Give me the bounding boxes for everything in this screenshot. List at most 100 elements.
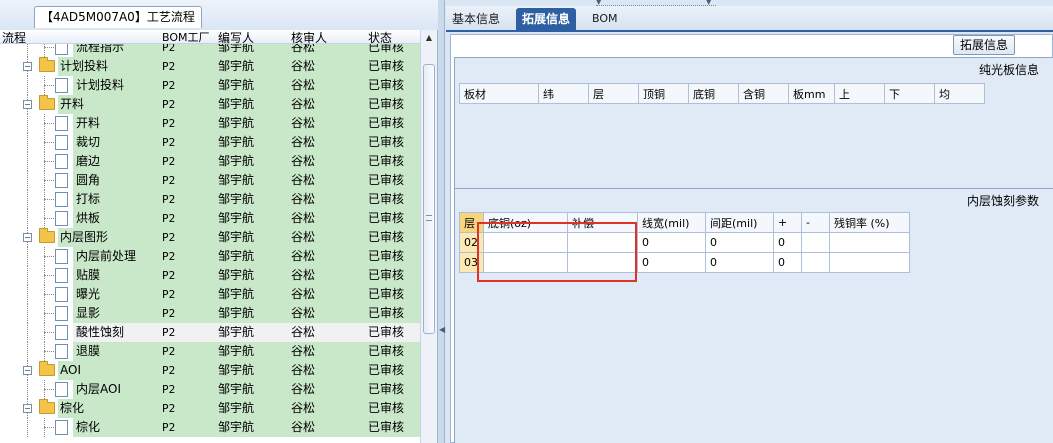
bom-plant: P2 [162,98,176,111]
etch-cell[interactable]: 0 [773,252,802,273]
bom-plant: P2 [162,44,176,54]
tree-step-row[interactable]: 显影 P2 邹宇航 谷松 已审核 [0,304,420,323]
tab-extended-info[interactable]: 拓展信息 [516,8,577,32]
tree-step-row[interactable]: 打标 P2 邹宇航 谷松 已审核 [0,190,420,209]
etch-cell[interactable] [829,252,910,273]
bom-plant: P2 [162,269,176,282]
folder-icon [39,399,55,414]
tree-step-row[interactable]: 烘板 P2 邹宇航 谷松 已审核 [0,209,420,228]
tree-line [44,47,54,48]
etch-cell[interactable] [829,232,910,253]
etch-cell[interactable]: 0 [773,232,802,253]
etch-cell[interactable]: 0 [637,252,706,273]
panel-title-bar: 【4AD5M007A0】工艺流程 [0,0,438,30]
collapse-toggle-icon[interactable]: − [23,62,32,71]
tree-group-row[interactable]: − 棕化 P2 邹宇航 谷松 已审核 [0,399,420,418]
panel-title[interactable]: 【4AD5M007A0】工艺流程 [34,6,202,28]
document-icon [55,249,68,264]
plain-board-grid: 板材纬层顶铜 底铜 含铜 板mm 上下均 [459,83,985,104]
review-status: 已审核 [368,287,405,301]
plain-board-col-header[interactable]: 板材 [459,83,539,104]
tab-bar: 基本信息 拓展信息 BOM [446,6,1053,32]
plain-board-col-header[interactable]: 板mm [788,83,835,104]
review-status: 已审核 [368,154,405,168]
plain-board-col-header[interactable]: 顶铜 [638,83,689,104]
scroll-up-icon[interactable]: ▲ [423,32,435,44]
tree-line [27,76,28,95]
bom-plant: P2 [162,193,176,206]
bom-plant: P2 [162,364,176,377]
review-status: 已审核 [368,401,405,415]
plain-board-col-header[interactable]: 含铜 [738,83,789,104]
plain-board-col-header[interactable]: 底铜 [688,83,739,104]
step-name: 曝光 [76,287,101,301]
reviewer-name: 谷松 [291,382,316,396]
etch-col-header[interactable]: 残铜率 (%) [829,212,910,233]
plain-board-col-header[interactable]: 下 [884,83,935,104]
step-name: 流程指示 [76,44,125,54]
tree-step-row[interactable]: 开料 P2 邹宇航 谷松 已审核 [0,114,420,133]
tab-basic-info[interactable]: 基本信息 [446,8,506,32]
review-status: 已审核 [368,173,405,187]
tree-group-row[interactable]: − 内层图形 P2 邹宇航 谷松 已审核 [0,228,420,247]
tree-step-row[interactable]: 裁切 P2 邹宇航 谷松 已审核 [0,133,420,152]
etch-col-header[interactable]: 间距(mil) [705,212,774,233]
reviewer-name: 谷松 [291,268,316,282]
collapse-arrow-icon[interactable]: ◀ [439,325,445,334]
step-name: 烘板 [76,211,101,225]
step-name: 计划投料 [60,59,109,73]
tree-group-row[interactable]: − 计划投料 P2 邹宇航 谷松 已审核 [0,57,420,76]
etch-col-header[interactable]: 线宽(mil) [637,212,706,233]
tree-group-row[interactable]: − AOI P2 邹宇航 谷松 已审核 [0,361,420,380]
reviewer-name: 谷松 [291,173,316,187]
etch-cell[interactable]: 0 [637,232,706,253]
etch-cell[interactable] [801,252,830,273]
scroll-thumb[interactable] [423,64,435,334]
plain-board-col-header[interactable]: 层 [588,83,639,104]
tree-line [27,190,28,209]
tree-step-row[interactable]: 内层前处理 P2 邹宇航 谷松 已审核 [0,247,420,266]
tree-step-row[interactable]: 计划投料 P2 邹宇航 谷松 已审核 [0,76,420,95]
tree-step-row[interactable]: 流程指示 P2 邹宇航 谷松 已审核 [0,44,420,57]
collapse-toggle-icon[interactable]: − [23,233,32,242]
collapse-toggle-icon[interactable]: − [23,100,32,109]
review-status: 已审核 [368,116,405,130]
etch-cell[interactable]: 0 [705,252,774,273]
tree-step-row[interactable]: 曝光 P2 邹宇航 谷松 已审核 [0,285,420,304]
document-icon [55,287,68,302]
tree-line [44,427,54,428]
etch-col-header[interactable]: + [773,212,802,233]
reviewer-name: 谷松 [291,306,316,320]
tree-group-row[interactable]: − 开料 P2 邹宇航 谷松 已审核 [0,95,420,114]
writer-name: 邹宇航 [218,44,255,54]
plain-board-col-header[interactable]: 纬 [538,83,589,104]
writer-name: 邹宇航 [218,116,255,130]
plain-board-col-header[interactable]: 上 [834,83,885,104]
col-header-bom[interactable]: BOM工厂 [162,29,210,45]
tree-step-row[interactable]: 圆角 P2 邹宇航 谷松 已审核 [0,171,420,190]
tree-step-row[interactable]: 酸性蚀刻 P2 邹宇航 谷松 已审核 [0,323,420,342]
document-icon [55,268,68,283]
bom-plant: P2 [162,60,176,73]
panel-splitter[interactable]: ◀ [438,0,445,443]
plain-board-col-header[interactable]: 均 [934,83,985,104]
etch-col-header[interactable]: - [801,212,830,233]
tree-step-row[interactable]: 退膜 P2 邹宇航 谷松 已审核 [0,342,420,361]
tree-step-row[interactable]: 棕化 P2 邹宇航 谷松 已审核 [0,418,420,437]
etch-cell[interactable]: 0 [705,232,774,253]
tab-bom[interactable]: BOM [586,8,624,32]
tree-scrollbar[interactable]: ▲ [420,30,437,443]
tree-step-row[interactable]: 内层AOI P2 邹宇航 谷松 已审核 [0,380,420,399]
review-status: 已审核 [368,325,405,339]
collapse-toggle-icon[interactable]: − [23,404,32,413]
extended-info-button[interactable]: 拓展信息 [953,35,1016,55]
collapse-toggle-icon[interactable]: − [23,366,32,375]
tree-line [44,275,54,276]
tree-step-row[interactable]: 贴膜 P2 邹宇航 谷松 已审核 [0,266,420,285]
tree-step-row[interactable]: 磨边 P2 邹宇航 谷松 已审核 [0,152,420,171]
bom-plant: P2 [162,345,176,358]
tree-line [44,123,54,124]
review-status: 已审核 [368,268,405,282]
etch-cell[interactable] [801,232,830,253]
document-icon [55,306,68,321]
